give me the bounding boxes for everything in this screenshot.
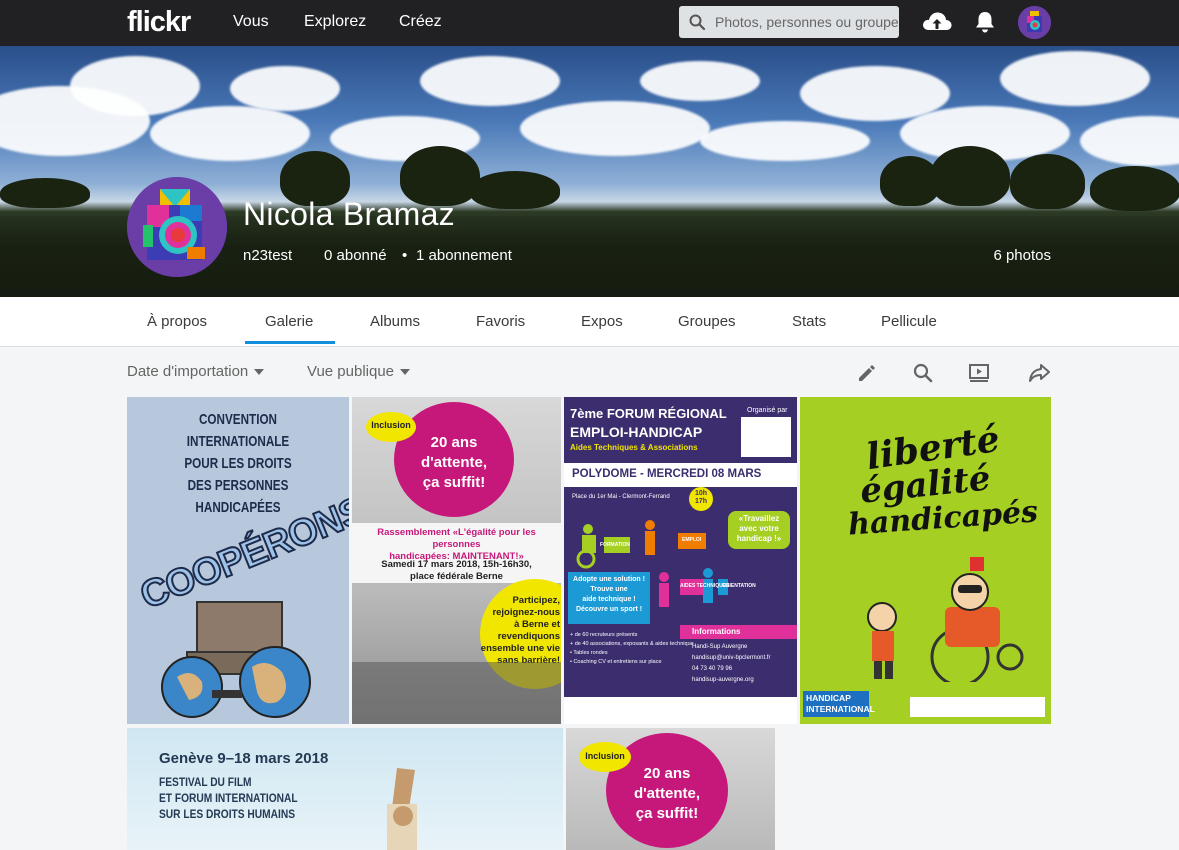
festival-date: Genève 9–18 mars 2018 <box>159 750 329 767</box>
chevron-down-icon <box>400 369 411 376</box>
following-count[interactable]: 1 abonnement <box>416 247 512 264</box>
tab-expos[interactable]: Expos <box>581 313 623 330</box>
jumping-person-illustration <box>387 768 417 850</box>
badge-label: Inclusion <box>371 420 411 430</box>
circle-text: 20 ans d'attente, ça suffit! <box>420 434 488 491</box>
followers-count[interactable]: 0 abonné <box>324 247 387 264</box>
sort-label: Date d'importation <box>127 363 249 380</box>
tab-galerie[interactable]: Galerie <box>265 313 313 330</box>
forum-place: Place du 1er Mai - Clermont-Ferrand <box>572 494 670 500</box>
badge-label: Inclusion <box>585 751 625 761</box>
forum-blue-box: Adopte une solution ! Trouve une aide te… <box>573 576 645 613</box>
photo-tile-forum[interactable]: 7ème FORUM RÉGIONAL EMPLOI-HANDICAP Aide… <box>564 397 797 724</box>
forum-title-2: EMPLOI-HANDICAP <box>570 424 703 440</box>
call-to-action: Participez, rejoignez-nous à Berne et re… <box>480 595 560 666</box>
tab-albums[interactable]: Albums <box>370 313 420 330</box>
profile-camera-icon <box>127 177 227 277</box>
flickr-logo[interactable]: flickr <box>127 6 191 39</box>
profile-tabs: À propos Galerie Albums Favoris Expos Gr… <box>0 297 1179 347</box>
forum-bullets: + de 60 recruteurs présents + de 40 asso… <box>570 632 694 665</box>
sort-dropdown[interactable]: Date d'importation <box>127 363 265 380</box>
handicap-international-badge: HANDICAP INTERNATIONAL <box>806 693 875 714</box>
organizer: Organisé par <box>747 407 788 414</box>
photo-tile-liberte[interactable]: liberté égalité handicapés HANDICAP INTE… <box>800 397 1051 724</box>
tab-a-propos[interactable]: À propos <box>147 313 207 330</box>
label-formation: FORMATION <box>600 542 630 548</box>
user-avatar[interactable] <box>1018 6 1051 39</box>
share-icon[interactable] <box>1028 362 1050 384</box>
photo-title: CONVENTION INTERNATIONALE POUR LES DROIT… <box>184 411 292 516</box>
edit-pencil-icon[interactable] <box>856 362 878 384</box>
chevron-down-icon <box>254 369 265 376</box>
upload-cloud-icon[interactable] <box>921 8 953 36</box>
avatar-camera-icon <box>1018 6 1051 39</box>
cartoon-illustration <box>867 557 1024 682</box>
nav-link-creez[interactable]: Créez <box>399 13 442 31</box>
tab-groupes[interactable]: Groupes <box>678 313 736 330</box>
profile-username: n23test <box>243 247 293 264</box>
search-icon[interactable] <box>912 362 934 384</box>
profile-avatar[interactable] <box>127 177 227 277</box>
profile-name: Nicola Bramaz <box>243 196 455 232</box>
photo-tile-inclusion[interactable]: Inclusion 20 ans d'attente, ça suffit! R… <box>352 397 561 724</box>
nav-link-vous[interactable]: Vous <box>233 13 269 31</box>
notifications-bell-icon[interactable] <box>974 10 996 34</box>
tab-stats[interactable]: Stats <box>792 313 826 330</box>
forum-subtitle: Aides Techniques & Associations <box>570 443 698 452</box>
photo-tile-convention[interactable]: CONVENTION INTERNATIONALE POUR LES DROIT… <box>127 397 349 724</box>
tab-favoris[interactable]: Favoris <box>476 313 525 330</box>
slideshow-icon[interactable] <box>968 362 990 384</box>
top-nav: flickr Vous Explorez Créez <box>0 0 1179 46</box>
forum-info-title: Informations <box>692 627 741 636</box>
festival-title: FESTIVAL DU FILM ET FORUM INTERNATIONAL … <box>159 775 298 821</box>
forum-hours: 10h 17h <box>694 490 708 505</box>
forum-event: POLYDOME - MERCREDI 08 MARS <box>572 468 762 480</box>
photo-count: 6 photos <box>993 247 1051 264</box>
search-icon <box>689 14 705 30</box>
view-dropdown[interactable]: Vue publique <box>307 363 411 380</box>
search-box[interactable] <box>679 6 899 38</box>
photo-tile-festival[interactable]: Genève 9–18 mars 2018 FESTIVAL DU FILM E… <box>127 728 563 850</box>
wheelchair-globe-illustration <box>161 601 311 718</box>
cover-photo: Nicola Bramaz n23test 0 abonné • 1 abonn… <box>0 46 1179 297</box>
headline: Rassemblement «L'égalité pour les person… <box>377 527 536 562</box>
label-orientation: ORIENTATION <box>722 583 756 589</box>
tab-pellicule[interactable]: Pellicule <box>881 313 937 330</box>
circle-text: 20 ans d'attente, ça suffit! <box>633 765 701 822</box>
nav-link-explorez[interactable]: Explorez <box>304 13 366 31</box>
search-input[interactable] <box>715 6 899 38</box>
forum-bubble: «Travaillez avec votre handicap !» <box>736 514 782 543</box>
forum-info: Handi-Sup Auvergne handisup@univ-bpclerm… <box>692 644 771 683</box>
forum-title-1: 7ème FORUM RÉGIONAL <box>570 406 727 421</box>
label-emploi: EMPLOI <box>682 537 702 543</box>
active-tab-indicator <box>245 341 335 344</box>
view-label: Vue publique <box>307 363 395 380</box>
meta-separator: • <box>402 247 408 264</box>
photo-tile-inclusion-2[interactable]: Inclusion 20 ans d'attente, ça suffit! <box>566 728 775 850</box>
